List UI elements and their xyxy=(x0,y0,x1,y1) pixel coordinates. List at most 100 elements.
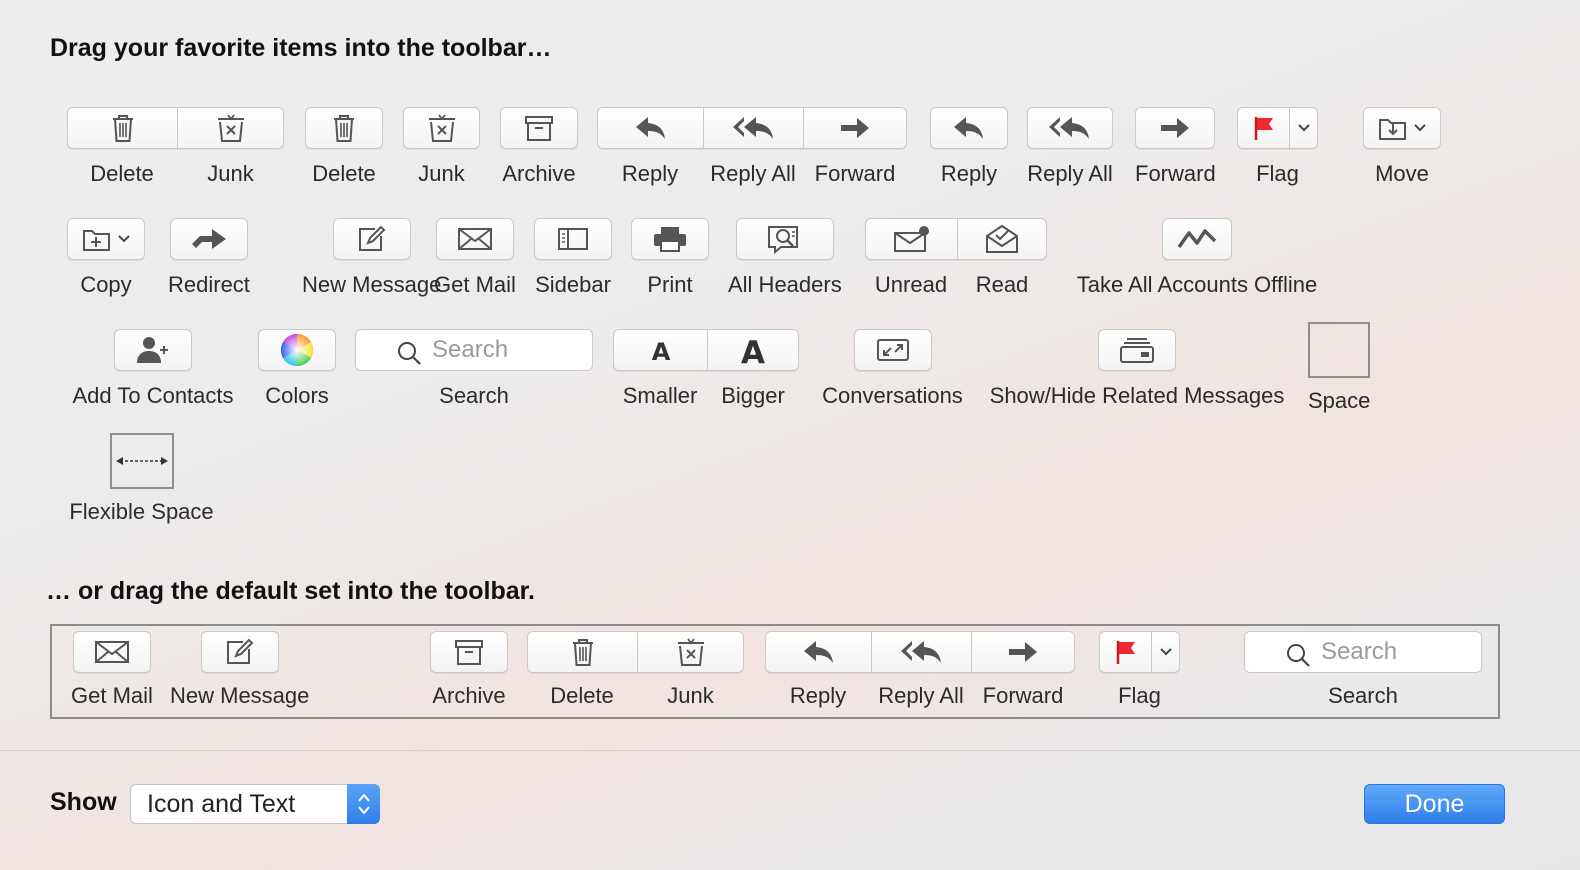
toolbar-item-copy[interactable]: Copy xyxy=(67,218,145,298)
take-offline-button[interactable] xyxy=(1162,218,1232,260)
new-message-button xyxy=(200,631,279,673)
all-headers-button[interactable] xyxy=(735,218,834,260)
toolbar-item-new-message[interactable]: New Message xyxy=(302,218,441,298)
unread-button[interactable] xyxy=(865,218,957,260)
select-stepper[interactable] xyxy=(347,784,380,824)
show-hide-related-button[interactable] xyxy=(1098,329,1176,371)
delete-button[interactable] xyxy=(67,107,177,149)
redirect-button[interactable] xyxy=(169,218,248,260)
done-button[interactable]: Done xyxy=(1364,784,1505,824)
flexible-space-placeholder[interactable] xyxy=(109,433,174,489)
junk-button[interactable] xyxy=(403,107,480,149)
new-message-button[interactable] xyxy=(332,218,411,260)
toolbar-item-junk[interactable]: Junk xyxy=(403,107,480,187)
color-wheel-icon xyxy=(280,333,314,367)
red-flag-icon xyxy=(1116,641,1135,664)
junk-label: Junk xyxy=(418,161,465,186)
delete-button[interactable] xyxy=(305,107,383,149)
toolbar-item-forward[interactable]: Forward xyxy=(1135,107,1216,187)
conversations-button[interactable] xyxy=(853,329,932,371)
forward-label: Forward xyxy=(814,161,896,186)
font-size-segmented[interactable]: A A Smaller Bigger xyxy=(613,329,799,409)
toolbar-item-flexible-space[interactable]: Flexible Space xyxy=(67,433,216,525)
reply-all-label: Reply All xyxy=(710,161,796,186)
add-to-contacts-button[interactable] xyxy=(114,329,192,371)
up-down-chevron-icon xyxy=(357,793,370,815)
junk-button[interactable] xyxy=(177,107,284,149)
read-button[interactable] xyxy=(957,218,1047,260)
flag-menu-button[interactable] xyxy=(1289,107,1318,149)
search-icon xyxy=(398,342,421,365)
toolbar-item-show-hide-related[interactable]: Show/Hide Related Messages xyxy=(984,329,1290,409)
toolbar-item-delete[interactable]: Delete xyxy=(305,107,383,187)
unread-read-segmented[interactable]: Unread Read xyxy=(865,218,1047,298)
toolbar-item-add-to-contacts[interactable]: Add To Contacts xyxy=(67,329,239,409)
double-arrow-icon xyxy=(115,457,168,465)
move-to-folder-icon xyxy=(1379,119,1426,140)
archive-button xyxy=(430,631,508,673)
reply-all-button[interactable] xyxy=(1027,107,1113,149)
junk-icon xyxy=(217,114,244,142)
default-archive: Archive xyxy=(430,631,508,709)
red-flag-icon xyxy=(1254,117,1273,140)
smaller-font-icon: A xyxy=(651,338,670,362)
default-toolbar-set[interactable]: Get Mail New Message Archive Delete Junk xyxy=(50,624,1500,719)
smaller-button[interactable]: A xyxy=(613,329,707,371)
forward-button[interactable] xyxy=(803,107,907,149)
default-flag: Flag xyxy=(1099,631,1180,709)
forward-button[interactable] xyxy=(1135,107,1216,149)
reply-segmented[interactable]: Reply Reply All Forward xyxy=(597,107,907,187)
toolbar-item-colors[interactable]: Colors xyxy=(258,329,336,409)
toolbar-item-search[interactable]: Search Search xyxy=(355,329,593,409)
forward-arrow-icon xyxy=(1161,118,1190,138)
forward-label: Forward xyxy=(1135,161,1216,186)
add-to-contacts-label: Add To Contacts xyxy=(72,383,234,408)
redirect-icon xyxy=(191,229,226,249)
search-field: Search xyxy=(1244,631,1482,673)
space-placeholder[interactable] xyxy=(1308,322,1371,378)
toolbar-item-move[interactable]: Move xyxy=(1363,107,1441,187)
toolbar-item-redirect[interactable]: Redirect xyxy=(168,218,250,298)
flag-label: Flag xyxy=(1256,161,1299,186)
forward-arrow-icon xyxy=(1009,642,1037,662)
toolbar-item-flag[interactable]: Flag xyxy=(1237,107,1318,187)
space-label: Space xyxy=(1308,388,1371,413)
default-reply-group: Reply Reply All Forward xyxy=(765,631,1075,709)
bigger-button[interactable]: A xyxy=(707,329,799,371)
print-button[interactable] xyxy=(631,218,709,260)
reply-all-button[interactable] xyxy=(703,107,803,149)
toolbar-item-print[interactable]: Print xyxy=(631,218,709,298)
delete-junk-segmented[interactable]: Delete Junk xyxy=(67,107,284,187)
toolbar-item-reply[interactable]: Reply xyxy=(930,107,1008,187)
flag-button[interactable] xyxy=(1237,107,1289,149)
related-messages-icon xyxy=(1120,338,1154,363)
toolbar-item-all-headers[interactable]: All Headers xyxy=(728,218,842,298)
activity-zigzag-icon xyxy=(1177,229,1217,249)
show-mode-select[interactable]: Icon and Text xyxy=(130,784,380,824)
colors-label: Colors xyxy=(265,383,329,408)
reply-label: Reply xyxy=(621,161,679,186)
colors-button[interactable] xyxy=(258,329,336,371)
show-hide-related-label: Show/Hide Related Messages xyxy=(989,383,1285,408)
reply-button[interactable] xyxy=(597,107,703,149)
reply-all-label: Reply All xyxy=(878,683,964,708)
toolbar-item-take-offline[interactable]: Take All Accounts Offline xyxy=(1067,218,1327,298)
trash-icon xyxy=(572,639,593,666)
move-button[interactable] xyxy=(1363,107,1441,149)
default-delete-junk: Delete Junk xyxy=(527,631,744,709)
toolbar-item-conversations[interactable]: Conversations xyxy=(819,329,966,409)
reply-button[interactable] xyxy=(930,107,1008,149)
get-mail-button[interactable] xyxy=(435,218,514,260)
search-field[interactable]: Search xyxy=(355,329,593,371)
toolbar-item-archive[interactable]: Archive xyxy=(500,107,578,187)
printer-icon xyxy=(654,227,686,252)
sidebar-button[interactable] xyxy=(534,218,612,260)
flag-menu-button xyxy=(1151,631,1180,673)
copy-button[interactable] xyxy=(67,218,145,260)
archive-button[interactable] xyxy=(500,107,578,149)
toolbar-item-sidebar[interactable]: Sidebar xyxy=(534,218,612,298)
toolbar-item-reply-all[interactable]: Reply All xyxy=(1027,107,1113,187)
toolbar-item-get-mail[interactable]: Get Mail xyxy=(434,218,516,298)
chevron-down-icon xyxy=(1297,124,1310,132)
toolbar-item-space[interactable]: Space xyxy=(1308,322,1370,414)
